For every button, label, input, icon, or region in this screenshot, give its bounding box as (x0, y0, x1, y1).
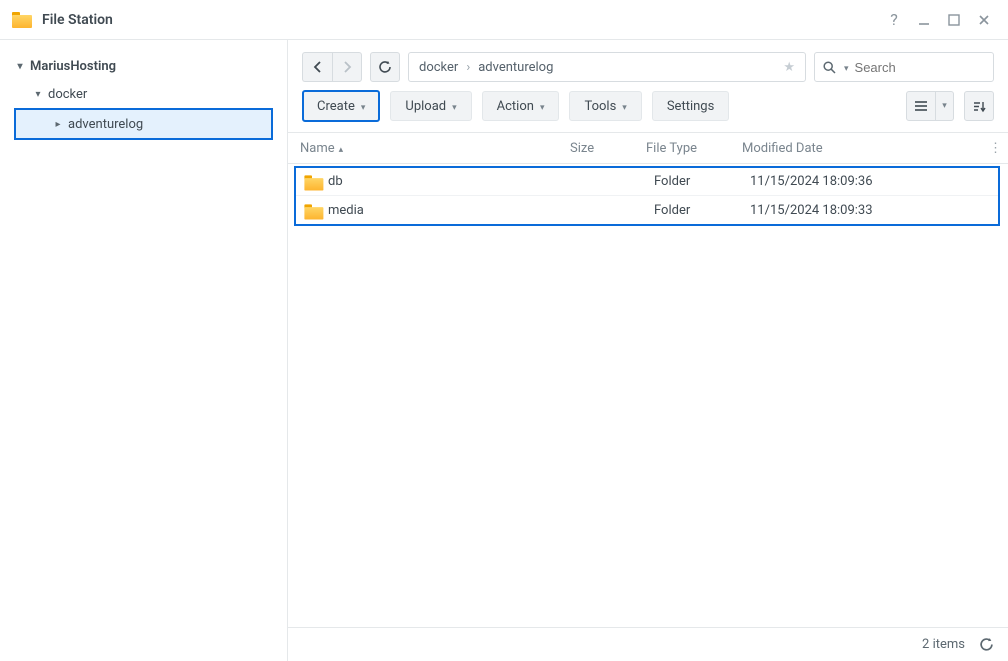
table-header: Name Size File Type Modified Date ⋮ (288, 132, 1008, 164)
tree-item-docker[interactable]: docker (0, 80, 287, 108)
col-name[interactable]: Name (288, 141, 558, 156)
maximize-button[interactable] (942, 8, 966, 32)
folder-icon (304, 204, 319, 216)
col-size[interactable]: Size (558, 141, 634, 156)
help-button[interactable]: ? (882, 8, 906, 32)
caret-icon (14, 61, 26, 72)
search-box[interactable] (814, 52, 994, 82)
app-title: File Station (42, 12, 113, 28)
settings-button[interactable]: Settings (652, 91, 729, 121)
breadcrumb[interactable]: docker › adventurelog ★ (408, 52, 806, 82)
app-folder-icon (12, 12, 32, 28)
tools-button[interactable]: Tools (569, 91, 641, 121)
caret-icon (52, 119, 64, 130)
file-date: 11/15/2024 18:09:36 (738, 174, 998, 189)
sidebar: MariusHosting docker adventurelog (0, 40, 288, 661)
upload-button[interactable]: Upload (390, 91, 471, 121)
breadcrumb-segment[interactable]: docker (419, 60, 458, 75)
file-type: Folder (642, 203, 738, 218)
sort-asc-icon (335, 141, 344, 156)
status-text: 2 items (922, 637, 965, 652)
titlebar: File Station ? (0, 0, 1008, 40)
tree-root[interactable]: MariusHosting (0, 52, 287, 80)
create-button[interactable]: Create (302, 90, 380, 122)
forward-button[interactable] (332, 52, 362, 82)
chevron-down-icon (361, 99, 366, 114)
chevron-down-icon (622, 99, 627, 114)
sort-button[interactable] (964, 91, 994, 121)
search-options-caret-icon[interactable] (842, 60, 849, 75)
file-name: media (328, 203, 364, 218)
breadcrumb-separator-icon: › (466, 60, 470, 75)
chevron-down-icon (452, 99, 457, 114)
refresh-button[interactable] (979, 637, 994, 652)
chevron-down-icon (540, 99, 545, 114)
file-rows-highlight: db Folder 11/15/2024 18:09:36 media Fold… (294, 166, 1000, 226)
file-name: db (328, 174, 343, 189)
table-row[interactable]: db Folder 11/15/2024 18:09:36 (296, 168, 998, 196)
caret-icon (32, 89, 44, 100)
col-date[interactable]: Modified Date (730, 141, 977, 156)
minimize-button[interactable] (912, 8, 936, 32)
search-icon (823, 61, 836, 74)
action-button[interactable]: Action (482, 91, 560, 121)
favorite-star-icon[interactable]: ★ (783, 60, 795, 75)
breadcrumb-segment[interactable]: adventurelog (478, 60, 553, 75)
col-type[interactable]: File Type (634, 141, 730, 156)
folder-icon (304, 175, 319, 187)
search-input[interactable] (855, 60, 1008, 75)
close-button[interactable] (972, 8, 996, 32)
file-date: 11/15/2024 18:09:33 (738, 203, 998, 218)
table-row[interactable]: media Folder 11/15/2024 18:09:33 (296, 196, 998, 224)
view-mode-dropdown[interactable]: ▾ (936, 91, 954, 121)
file-type: Folder (642, 174, 738, 189)
tree-item-adventurelog[interactable]: adventurelog (16, 110, 271, 138)
back-button[interactable] (302, 52, 332, 82)
reload-button[interactable] (370, 52, 400, 82)
col-menu-icon[interactable]: ⋮ (977, 141, 1002, 156)
view-mode-button[interactable] (906, 91, 936, 121)
